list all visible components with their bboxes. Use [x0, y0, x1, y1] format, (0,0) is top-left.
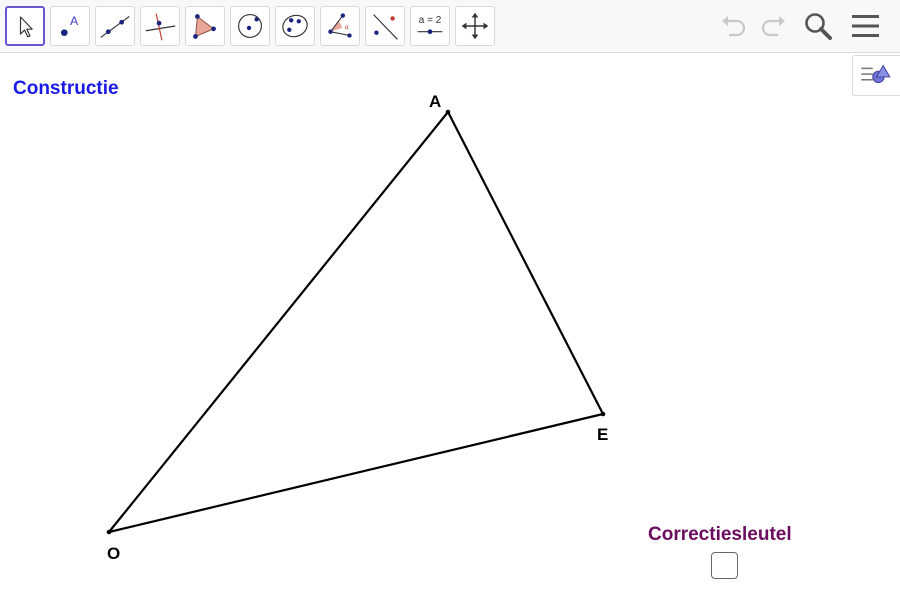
line-icon [100, 16, 130, 38]
slider-tool-button[interactable]: a = 2 [410, 6, 450, 46]
polygon-tool-button[interactable] [185, 6, 225, 46]
graphics-view[interactable] [0, 54, 900, 600]
circle-tool-button[interactable] [230, 6, 270, 46]
segment-EO[interactable] [108, 412, 604, 534]
segment-OA[interactable] [108, 111, 449, 533]
menu-icon [852, 15, 879, 37]
reflect-icon [373, 14, 398, 40]
correction-key-checkbox[interactable] [711, 552, 738, 579]
construction-title: Constructie [13, 78, 119, 99]
point-label-E[interactable]: E [597, 425, 608, 445]
point-E[interactable] [600, 411, 606, 417]
ellipse-icon [282, 14, 308, 38]
line-tool-button[interactable] [95, 6, 135, 46]
search-button[interactable] [800, 8, 836, 44]
point-icon: A [60, 14, 79, 36]
search-icon [805, 13, 832, 40]
point-label-A[interactable]: A [429, 92, 441, 112]
correction-key-label: Correctiesleutel [648, 524, 792, 545]
move-cross-icon [461, 12, 489, 40]
move-graphics-view-tool-button[interactable] [455, 6, 495, 46]
point-tool-button[interactable]: A [50, 6, 90, 46]
point-label-O[interactable]: O [107, 544, 120, 564]
menu-button[interactable] [848, 8, 884, 44]
circle-icon [238, 14, 262, 38]
move-tool-button[interactable] [5, 6, 45, 46]
point-tool-letter: A [70, 14, 79, 28]
point-A[interactable] [445, 109, 451, 115]
svg-text:α: α [345, 24, 349, 31]
arrow-cursor-icon [19, 16, 33, 38]
slider-icon [417, 29, 443, 35]
ellipse-tool-button[interactable] [275, 6, 315, 46]
reflect-tool-button[interactable] [365, 6, 405, 46]
redo-icon [761, 16, 785, 37]
polygon-icon [193, 14, 216, 39]
angle-tool-button[interactable]: α [320, 6, 360, 46]
angle-icon: α [328, 13, 352, 38]
point-O[interactable] [106, 529, 112, 535]
redo-button[interactable] [754, 8, 790, 44]
undo-icon [722, 16, 746, 37]
perpendicular-line-icon [145, 13, 176, 41]
toolbar: A α a = 2 [0, 0, 900, 53]
perpendicular-line-tool-button[interactable] [140, 6, 180, 46]
triangle-AEO[interactable] [108, 111, 604, 534]
segment-AE[interactable] [447, 111, 604, 415]
undo-button[interactable] [717, 8, 753, 44]
